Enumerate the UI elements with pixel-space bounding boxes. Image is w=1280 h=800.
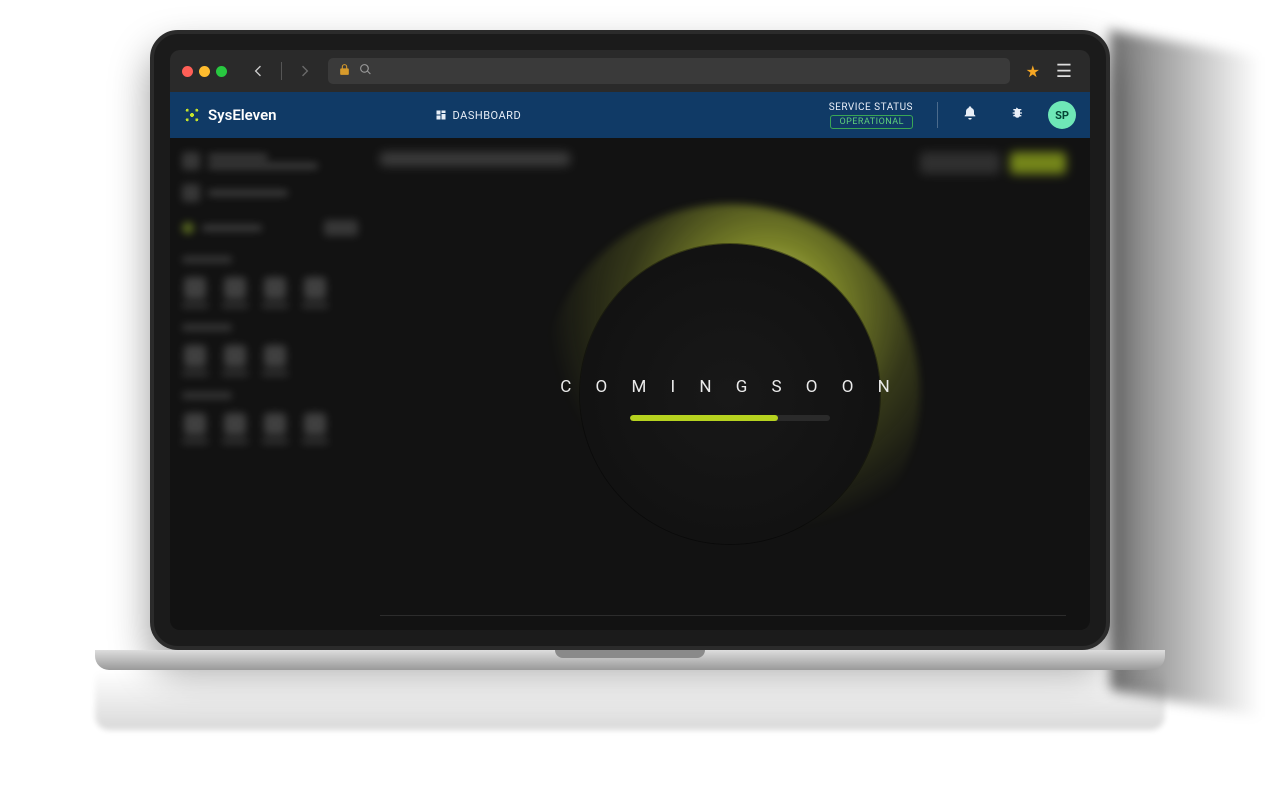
service-status-label: SERVICE STATUS: [829, 102, 913, 113]
lock-icon: [338, 63, 351, 80]
browser-menu-button[interactable]: ☰: [1050, 61, 1078, 82]
window-minimize-button[interactable]: [199, 66, 210, 77]
browser-bar: ★ ☰: [170, 50, 1090, 92]
bell-icon: [962, 105, 978, 121]
laptop-reflection: [95, 670, 1165, 730]
bookmark-star-icon[interactable]: ★: [1026, 62, 1040, 81]
window-controls: [182, 66, 227, 77]
notifications-button[interactable]: [956, 105, 984, 125]
main-panel: C O M I N G S O O N: [370, 138, 1090, 630]
coming-soon-hero: C O M I N G S O O N: [540, 204, 920, 584]
bug-icon: [1008, 105, 1024, 121]
header-center: DASHBOARD: [295, 109, 811, 122]
search-icon: [359, 63, 372, 80]
laptop-shadow: [1110, 30, 1260, 716]
sidebar-blurred: [170, 138, 370, 630]
avatar-initials: SP: [1055, 109, 1069, 122]
service-status-value: OPERATIONAL: [830, 115, 913, 129]
progress-track: [630, 415, 830, 421]
progress-fill: [630, 415, 778, 421]
nav-forward-button[interactable]: [292, 58, 318, 84]
laptop-frame: ★ ☰ SysEleven DASHBOARD SERVICE STATUS: [150, 30, 1110, 730]
user-avatar[interactable]: SP: [1048, 101, 1076, 129]
nav-separator: [281, 62, 282, 80]
window-maximize-button[interactable]: [216, 66, 227, 77]
screen: ★ ☰ SysEleven DASHBOARD SERVICE STATUS: [170, 50, 1090, 630]
laptop-lid: ★ ☰ SysEleven DASHBOARD SERVICE STATUS: [150, 30, 1110, 650]
service-status[interactable]: SERVICE STATUS OPERATIONAL: [829, 102, 913, 129]
address-bar[interactable]: [328, 58, 1010, 84]
nav-dashboard-link[interactable]: DASHBOARD: [435, 109, 522, 122]
nav-dashboard-label: DASHBOARD: [453, 109, 522, 122]
toolbar-blurred: [920, 152, 1066, 174]
debug-button[interactable]: [1002, 105, 1030, 125]
window-close-button[interactable]: [182, 66, 193, 77]
laptop-base: [95, 650, 1165, 670]
coming-soon-text: C O M I N G S O O N: [560, 377, 900, 397]
nav-back-button[interactable]: [245, 58, 271, 84]
header-divider: [937, 102, 938, 128]
brand[interactable]: SysEleven: [184, 106, 277, 124]
app-body: C O M I N G S O O N: [170, 138, 1090, 630]
app-header: SysEleven DASHBOARD SERVICE STATUS OPERA…: [170, 92, 1090, 138]
dashboard-icon: [435, 109, 447, 121]
footer-divider: [380, 615, 1066, 616]
brand-name: SysEleven: [208, 106, 277, 124]
brand-logo-icon: [184, 107, 200, 123]
